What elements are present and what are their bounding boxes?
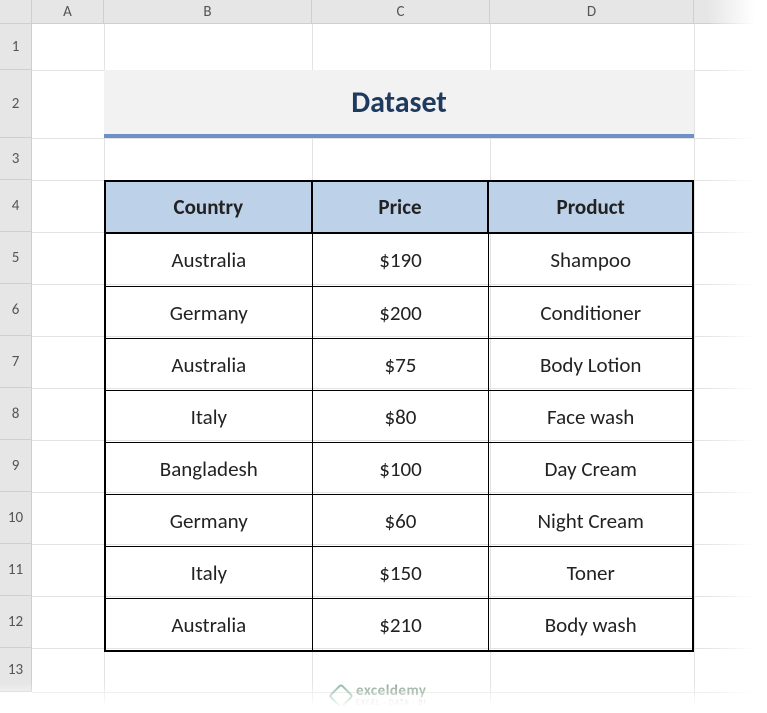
cell-country[interactable]: Bangladesh bbox=[106, 442, 313, 494]
table-row: Bangladesh $100 Day Cream bbox=[106, 442, 692, 494]
row-header-8[interactable]: 8 bbox=[0, 388, 31, 440]
cell-price[interactable]: $200 bbox=[313, 286, 490, 338]
table-row: Germany $200 Conditioner bbox=[106, 286, 692, 338]
column-header-row: A B C D bbox=[0, 0, 767, 24]
row-header-4[interactable]: 4 bbox=[0, 180, 31, 232]
cell-product[interactable]: Body wash bbox=[489, 598, 692, 650]
cell-price[interactable]: $150 bbox=[313, 546, 490, 598]
cell-country[interactable]: Germany bbox=[106, 494, 313, 546]
column-header-C[interactable]: C bbox=[312, 0, 490, 23]
watermark-sub: EXCEL · DATA · BI bbox=[356, 699, 427, 707]
watermark-icon bbox=[328, 683, 353, 708]
cell-price[interactable]: $100 bbox=[313, 442, 490, 494]
cell-country[interactable]: Australia bbox=[106, 234, 313, 286]
cell-price[interactable]: $60 bbox=[313, 494, 490, 546]
row-header-13[interactable]: 13 bbox=[0, 648, 31, 692]
cell-price[interactable]: $190 bbox=[313, 234, 490, 286]
spreadsheet: A B C D 1 2 3 4 5 6 7 8 9 10 11 12 13 bbox=[0, 0, 767, 713]
cell-country[interactable]: Germany bbox=[106, 286, 313, 338]
watermark-main: exceldemy bbox=[356, 684, 427, 699]
row-header-5[interactable]: 5 bbox=[0, 232, 31, 284]
cell-price[interactable]: $80 bbox=[313, 390, 490, 442]
row-header-strip: 1 2 3 4 5 6 7 8 9 10 11 12 13 bbox=[0, 24, 32, 692]
column-header-D[interactable]: D bbox=[490, 0, 694, 23]
cell-grid[interactable]: Dataset Country Price Product Australia … bbox=[32, 24, 767, 713]
row-header-7[interactable]: 7 bbox=[0, 336, 31, 388]
cell-product[interactable]: Night Cream bbox=[489, 494, 692, 546]
row-header-1[interactable]: 1 bbox=[0, 24, 31, 70]
cell-product[interactable]: Conditioner bbox=[489, 286, 692, 338]
column-header-B[interactable]: B bbox=[104, 0, 312, 23]
cell-product[interactable]: Toner bbox=[489, 546, 692, 598]
watermark: exceldemy EXCEL · DATA · BI bbox=[332, 684, 427, 707]
header-price[interactable]: Price bbox=[313, 182, 490, 232]
data-table: Country Price Product Australia $190 Sha… bbox=[104, 180, 694, 652]
column-header-A[interactable]: A bbox=[32, 0, 104, 23]
table-header-row: Country Price Product bbox=[106, 182, 692, 234]
row-header-10[interactable]: 10 bbox=[0, 492, 31, 544]
cell-product[interactable]: Day Cream bbox=[489, 442, 692, 494]
column-header-rest bbox=[694, 0, 767, 23]
table-row: Italy $80 Face wash bbox=[106, 390, 692, 442]
table-row: Australia $210 Body wash bbox=[106, 598, 692, 650]
select-all-corner[interactable] bbox=[0, 0, 32, 23]
table-row: Australia $190 Shampoo bbox=[106, 234, 692, 286]
row-header-11[interactable]: 11 bbox=[0, 544, 31, 596]
cell-country[interactable]: Australia bbox=[106, 338, 313, 390]
row-header-12[interactable]: 12 bbox=[0, 596, 31, 648]
dataset-title[interactable]: Dataset bbox=[104, 70, 694, 138]
cell-product[interactable]: Body Lotion bbox=[489, 338, 692, 390]
header-country[interactable]: Country bbox=[106, 182, 313, 232]
cell-price[interactable]: $75 bbox=[313, 338, 490, 390]
row-header-6[interactable]: 6 bbox=[0, 284, 31, 336]
cell-country[interactable]: Italy bbox=[106, 390, 313, 442]
table-row: Australia $75 Body Lotion bbox=[106, 338, 692, 390]
table-row: Italy $150 Toner bbox=[106, 546, 692, 598]
cell-country[interactable]: Australia bbox=[106, 598, 313, 650]
watermark-text: exceldemy EXCEL · DATA · BI bbox=[356, 684, 427, 707]
table-row: Germany $60 Night Cream bbox=[106, 494, 692, 546]
cell-country[interactable]: Italy bbox=[106, 546, 313, 598]
cell-price[interactable]: $210 bbox=[313, 598, 490, 650]
row-header-3[interactable]: 3 bbox=[0, 138, 31, 180]
row-header-2[interactable]: 2 bbox=[0, 70, 31, 138]
header-product[interactable]: Product bbox=[489, 182, 692, 232]
row-header-9[interactable]: 9 bbox=[0, 440, 31, 492]
cell-product[interactable]: Shampoo bbox=[489, 234, 692, 286]
cell-product[interactable]: Face wash bbox=[489, 390, 692, 442]
